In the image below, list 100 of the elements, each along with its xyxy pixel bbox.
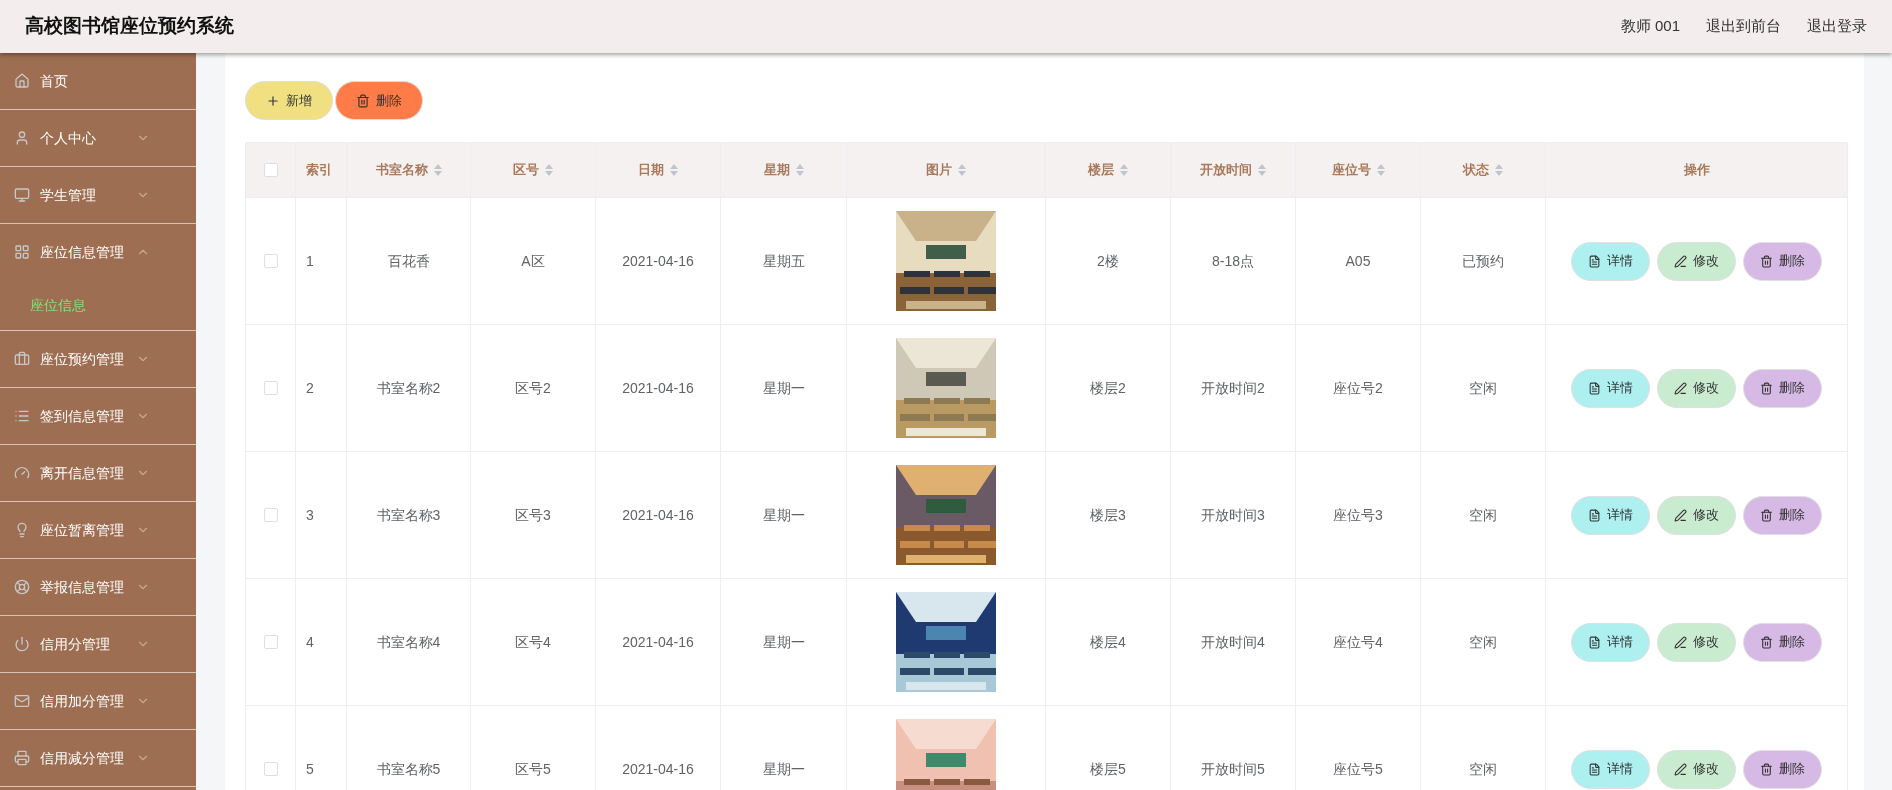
trash-icon [1760,508,1773,522]
sidebar-item[interactable]: 信用加分管理 [0,673,196,729]
sort-icon[interactable] [670,164,678,176]
detail-button[interactable]: 详情 [1571,495,1650,535]
checkbox[interactable] [263,254,278,268]
pencil-icon [1674,635,1687,649]
delete-button[interactable]: 删除 [1743,495,1822,535]
header-cell[interactable]: 状态 [1421,143,1546,198]
house-icon [14,73,30,89]
submenu-item[interactable]: 座位信息 [0,280,196,330]
power-icon [14,636,30,652]
sidebar-item[interactable]: 座位信息管理 [0,224,196,280]
sidebar-item[interactable]: 座位暂离管理 [0,502,196,558]
add-button[interactable]: 新增 [245,81,333,120]
table-cell-text: 3 [306,505,314,525]
header-link[interactable]: 退出到前台 [1706,15,1781,38]
detail-button[interactable]: 详情 [1571,241,1650,281]
header-cell[interactable]: 书室名称 [347,143,471,198]
sort-icon[interactable] [545,164,553,176]
table-cell-text: 星期一 [762,759,805,779]
edit-button[interactable]: 修改 [1657,495,1736,535]
sidebar-item[interactable]: 离开信息管理 [0,445,196,501]
table-cell-text: 空闲 [1469,505,1497,525]
edit-button[interactable]: 修改 [1657,622,1736,662]
header-cell[interactable]: 开放时间 [1171,143,1296,198]
column-header: 楼层 [1088,161,1114,180]
sidebar-item[interactable]: 座位预约管理 [0,331,196,387]
table-cell-text: 空闲 [1469,632,1497,652]
envelope-icon [14,693,30,709]
sidebar-item[interactable]: 签到信息管理 [0,388,196,444]
user-name: 教师 001 [1620,16,1680,37]
column-header: 书室名称 [375,161,428,180]
sort-icon[interactable] [1120,164,1128,176]
document-icon [1588,254,1601,268]
delete-button[interactable]: 删除 [1743,749,1822,789]
sidebar-item[interactable]: 个人中心 [0,110,196,166]
table-cell-text: 书室名称3 [376,505,441,525]
trash-icon [1760,635,1773,649]
header-cell[interactable]: 图片 [847,143,1046,198]
detail-button[interactable]: 详情 [1571,368,1650,408]
delete-button[interactable]: 删除 [1743,368,1822,408]
table-cell-text: 4 [306,632,314,652]
table-cell-text: 百花香 [387,251,430,271]
checkbox[interactable] [263,163,278,177]
trash-icon [356,93,370,108]
checkbox[interactable] [263,635,278,649]
header-cell[interactable]: 日期 [596,143,721,198]
table-cell-text: 区号3 [515,505,551,525]
edit-button[interactable]: 修改 [1657,749,1736,789]
detail-button[interactable]: 详情 [1571,622,1650,662]
sort-icon[interactable] [1495,164,1503,176]
briefcase-icon [14,351,30,367]
header-cell[interactable]: 区号 [471,143,596,198]
header-cell[interactable]: 星期 [721,143,847,198]
table-cell-text: 书室名称5 [376,759,441,779]
sidebar-item[interactable]: 首页 [0,53,196,109]
table-cell-text: 座位号4 [1333,632,1383,652]
delete-button[interactable]: 删除 [335,81,423,120]
table-cell-text: 星期五 [762,251,805,271]
delete-button[interactable]: 删除 [1743,241,1822,281]
table-cell-text: 2021-04-16 [622,759,694,779]
header-cell[interactable]: 座位号 [1296,143,1421,198]
checkbox[interactable] [263,381,278,395]
detail-button[interactable]: 详情 [1571,749,1650,789]
monitor-icon [14,187,30,203]
grid-icon [14,244,30,260]
checkbox[interactable] [263,762,278,776]
table-cell-text: 座位号3 [1333,505,1383,525]
sidebar-item[interactable]: 信用减分管理 [0,730,196,786]
sort-icon[interactable] [795,164,804,176]
app-title: 高校图书馆座位预约系统 [25,14,234,39]
table-cell-text: 2021-04-16 [622,632,694,652]
header-cell[interactable]: 楼层 [1046,143,1171,198]
checkbox[interactable] [263,508,278,522]
column-header: 开放时间 [1200,161,1252,180]
table-cell-text: 座位号2 [1333,378,1383,398]
column-header: 索引 [306,161,332,180]
table-cell-text: 星期一 [762,505,805,525]
header-link[interactable]: 退出登录 [1807,15,1867,38]
edit-button[interactable]: 修改 [1657,368,1736,408]
sort-icon[interactable] [1376,164,1385,176]
table-cell-text: 区号5 [515,759,551,779]
table-cell-text: 2楼 [1097,251,1119,271]
edit-button[interactable]: 修改 [1657,241,1736,281]
table-cell-text: A区 [521,251,545,271]
person-icon [14,130,30,146]
sort-icon[interactable] [958,164,966,176]
delete-button[interactable]: 删除 [1743,622,1822,662]
document-icon [1588,381,1601,395]
document-icon [1588,762,1601,776]
sort-icon[interactable] [433,164,442,176]
sidebar-item[interactable]: 举报信息管理 [0,559,196,615]
table-cell-text: 开放时间2 [1201,378,1265,398]
trash-icon [1760,762,1773,776]
table-cell-text: 开放时间3 [1201,505,1265,525]
column-header: 操作 [1683,161,1710,180]
sort-icon[interactable] [1258,164,1266,176]
sidebar-item[interactable]: 学生管理 [0,167,196,223]
sidebar-item[interactable]: 信用分管理 [0,616,196,672]
table-cell-text: 5 [306,759,314,779]
